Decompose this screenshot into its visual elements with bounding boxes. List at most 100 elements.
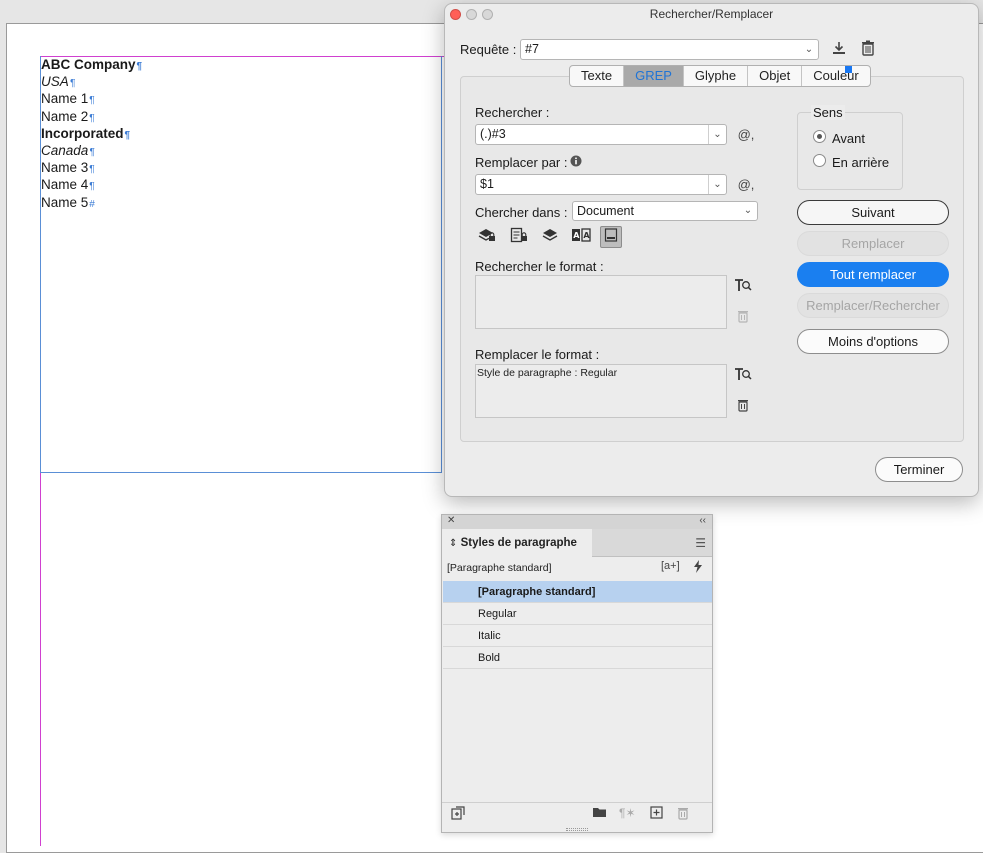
current-style-label: [Paragraphe standard] (447, 562, 552, 574)
pilcrow-mark: ¶ (89, 164, 95, 176)
document-line[interactable]: Name 1¶ (41, 90, 142, 107)
special-characters-icon[interactable]: @, (735, 175, 757, 195)
pilcrow-mark: ¶ (89, 95, 95, 107)
close-panel-icon[interactable]: ✕ (447, 515, 455, 526)
search-in-select[interactable]: Document ⌄ (572, 201, 758, 221)
chevron-down-icon[interactable]: ⌄ (708, 125, 726, 144)
next-button[interactable]: Suivant (797, 200, 949, 225)
query-value: #7 (525, 42, 539, 56)
panel-tab-row: ⇕ Styles de paragraphe ☰ (442, 529, 712, 557)
include-footnotes-icon[interactable] (600, 226, 622, 248)
query-label: Requête : (460, 42, 517, 57)
document-line[interactable]: USA¶ (41, 73, 142, 90)
zoom-window-button[interactable] (482, 9, 493, 20)
special-characters-icon[interactable]: @, (735, 125, 757, 145)
direction-forward-radio[interactable] (813, 130, 826, 143)
direction-backward-label[interactable]: En arrière (832, 155, 889, 170)
tab-paragraph-styles[interactable]: ⇕ Styles de paragraphe (442, 529, 592, 557)
notification-corner-marker (845, 66, 852, 73)
dialog-title: Rechercher/Remplacer (649, 7, 774, 21)
new-style-icon[interactable] (650, 806, 663, 822)
resize-grip[interactable] (566, 828, 588, 831)
pilcrow-mark: ¶ (89, 146, 95, 158)
style-item-regular[interactable]: Regular (443, 603, 712, 625)
direction-forward-label[interactable]: Avant (832, 131, 865, 146)
folder-icon[interactable] (592, 806, 607, 821)
close-window-button[interactable] (450, 9, 461, 20)
direction-label: Sens (811, 105, 845, 120)
clear-overrides-icon[interactable]: ¶✶ (619, 806, 636, 820)
fewer-options-button[interactable]: Moins d'options (797, 329, 949, 354)
replace-button[interactable]: Remplacer (797, 231, 949, 256)
pilcrow-mark: ¶ (89, 181, 95, 193)
load-styles-icon[interactable] (451, 806, 465, 823)
replace-label: Remplacer par : (475, 155, 568, 170)
chevron-down-icon[interactable]: ⌄ (739, 202, 757, 220)
document-text[interactable]: ABC Company¶ USA¶ Name 1¶ Name 2¶ Incorp… (41, 56, 142, 211)
find-format-label: Rechercher le format : (475, 259, 604, 274)
document-line[interactable]: Name 5# (41, 194, 142, 211)
save-query-icon[interactable] (829, 40, 849, 61)
document-line[interactable]: Name 2¶ (41, 108, 142, 125)
document-line[interactable]: Name 4¶ (41, 176, 142, 193)
find-input[interactable]: (.)#3 ⌄ (475, 124, 727, 145)
delete-query-icon[interactable] (858, 40, 878, 61)
document-line[interactable]: Name 3¶ (41, 159, 142, 176)
collapse-panel-icon[interactable]: ‹‹ (699, 515, 706, 526)
include-locked-layers-icon[interactable] (476, 227, 498, 249)
document-line[interactable]: Incorporated¶ (41, 125, 142, 142)
replace-find-button[interactable]: Remplacer/Rechercher (797, 293, 949, 318)
include-locked-stories-icon[interactable] (508, 227, 530, 249)
tab-couleur[interactable]: Couleur (802, 66, 870, 86)
panel-menu-icon[interactable]: ☰ (695, 536, 706, 550)
direction-backward-radio[interactable] (813, 154, 826, 167)
find-replace-dialog: Rechercher/Remplacer Requête : #7 ⌄ Text… (444, 3, 979, 497)
create-style-icon[interactable]: [a+] (661, 560, 680, 572)
chevron-down-icon[interactable]: ⌄ (708, 175, 726, 194)
search-in-value: Document (577, 204, 634, 218)
pilcrow-mark: ¶ (89, 112, 95, 124)
specify-find-format-icon[interactable] (733, 277, 753, 298)
minimize-window-button[interactable] (466, 9, 477, 20)
search-type-tabs: Texte GREP Glyphe Objet Couleur (569, 65, 871, 87)
delete-style-icon[interactable] (677, 806, 689, 823)
style-list: [Paragraphe standard] Regular Italic Bol… (443, 581, 712, 669)
include-hidden-layers-icon[interactable] (539, 227, 561, 249)
query-select[interactable]: #7 ⌄ (520, 39, 819, 60)
document-line[interactable]: ABC Company¶ (41, 56, 142, 73)
chevron-down-icon[interactable]: ⌄ (800, 40, 818, 59)
tab-glyphe[interactable]: Glyphe (684, 66, 749, 86)
lightning-icon[interactable] (693, 560, 703, 576)
pilcrow-mark: ¶ (136, 61, 143, 72)
dialog-titlebar[interactable]: Rechercher/Remplacer (445, 4, 978, 26)
replace-format-box[interactable]: Style de paragraphe : Regular (475, 364, 727, 418)
paragraph-styles-panel: ✕ ‹‹ ⇕ Styles de paragraphe ☰ [Paragraph… (441, 514, 713, 833)
style-item-paragraphe-standard[interactable]: [Paragraphe standard] (443, 581, 712, 603)
replace-value: $1 (480, 177, 494, 191)
direction-group (797, 112, 903, 190)
svg-text:A: A (583, 231, 590, 240)
find-label: Rechercher : (475, 105, 550, 120)
panel-footer: ¶✶ (442, 802, 712, 826)
done-button[interactable]: Terminer (875, 457, 963, 482)
include-master-pages-icon[interactable]: AA (570, 227, 592, 249)
info-icon[interactable] (569, 152, 583, 172)
replace-format-label: Remplacer le format : (475, 347, 600, 362)
clear-find-format-icon[interactable] (734, 308, 752, 328)
tab-texte[interactable]: Texte (570, 66, 625, 86)
tab-grep[interactable]: GREP (624, 66, 684, 86)
replace-all-button[interactable]: Tout remplacer (797, 262, 949, 287)
tab-objet[interactable]: Objet (748, 66, 803, 86)
specify-replace-format-icon[interactable] (733, 366, 753, 387)
document-line[interactable]: Canada¶ (41, 142, 142, 159)
find-format-box[interactable] (475, 275, 727, 329)
search-in-label: Chercher dans : (475, 205, 568, 220)
panel-header-bar[interactable]: ✕ ‹‹ (442, 515, 712, 529)
pilcrow-mark: ¶ (124, 129, 131, 141)
style-item-bold[interactable]: Bold (443, 647, 712, 669)
style-item-italic[interactable]: Italic (443, 625, 712, 647)
svg-text:A: A (573, 231, 580, 240)
clear-replace-format-icon[interactable] (734, 397, 752, 417)
pilcrow-mark: ¶ (69, 78, 76, 90)
replace-input[interactable]: $1 ⌄ (475, 174, 727, 195)
